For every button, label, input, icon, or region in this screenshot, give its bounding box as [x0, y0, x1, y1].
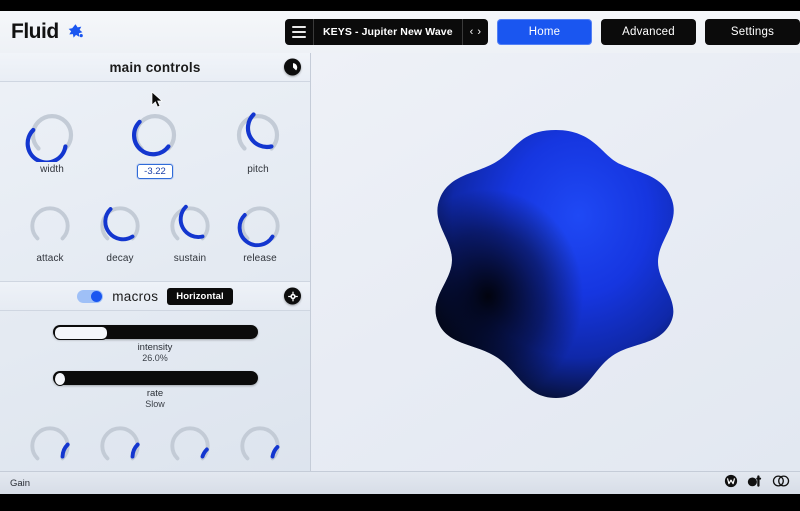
power-pie-icon[interactable] — [284, 58, 301, 76]
knob-label: pitch — [247, 164, 269, 175]
preset-nav-arrows: ‹ › — [463, 19, 488, 45]
slider-rate[interactable]: rate Slow — [0, 371, 310, 409]
knob-label: width — [40, 164, 64, 175]
top-nav: KEYS - Jupiter New Wave ‹ › Home Advance… — [284, 19, 800, 45]
knob-macro4[interactable]: macro4 — [233, 417, 287, 471]
hamburger-icon[interactable] — [285, 19, 314, 45]
macros-title: macros — [112, 288, 159, 304]
slider-thumb[interactable] — [53, 326, 109, 340]
knob-arc — [100, 426, 140, 461]
slider-track[interactable] — [52, 371, 258, 386]
knob-arc — [240, 426, 280, 461]
left-control-panel: main controls width -3.22 pitch attack d… — [0, 53, 311, 471]
status-bar: Gain — [0, 471, 800, 494]
knob-value-input[interactable]: -3.22 — [137, 164, 173, 179]
knob-sustain[interactable]: sustain — [163, 197, 217, 264]
top-header-bar: Fluid KEYS - Jupiter New Wave ‹ › Home A… — [0, 11, 800, 54]
knob-arc — [100, 206, 140, 242]
preset-browser: KEYS - Jupiter New Wave ‹ › — [284, 19, 488, 45]
knob-label: attack — [36, 253, 64, 264]
knob-pitch[interactable]: pitch — [229, 104, 287, 175]
brand-name: Fluid — [11, 20, 59, 43]
status-label: Gain — [10, 477, 31, 489]
main-controls-header: main controls — [0, 53, 310, 82]
knob-label: release — [243, 253, 277, 264]
knob-arc — [237, 206, 280, 248]
blob-visualizer[interactable] — [311, 53, 800, 471]
macros-layout-dropdown[interactable]: Horizontal — [167, 287, 233, 305]
macros-toggle[interactable] — [77, 289, 104, 303]
knob-arc — [132, 114, 177, 157]
at-mark-icon[interactable] — [747, 474, 763, 493]
knob-arc — [170, 426, 210, 461]
tab-home[interactable]: Home — [497, 19, 592, 45]
window-bottom-frame — [0, 494, 800, 511]
knob-row-macros: macro1 macro2 macro3 — [0, 417, 310, 471]
knob-label: decay — [106, 253, 134, 264]
knob-macro3[interactable]: macro3 — [163, 417, 217, 471]
knob-arc — [170, 204, 210, 241]
main-controls-title: main controls — [109, 59, 201, 75]
tab-advanced[interactable]: Advanced — [601, 19, 696, 45]
knob-macro1[interactable]: macro1 — [23, 417, 77, 471]
knob-width[interactable]: width — [23, 104, 81, 175]
interlocking-circles-icon[interactable] — [772, 474, 790, 493]
six-lobed-blob — [435, 130, 674, 398]
preset-prev-button[interactable]: ‹ — [470, 26, 474, 38]
knob-arc — [30, 206, 70, 241]
knob-row-adsr: attack decay sustain release — [0, 197, 310, 264]
slider-track[interactable] — [52, 325, 258, 340]
tab-settings[interactable]: Settings — [705, 19, 800, 45]
slider-value: Slow — [145, 399, 165, 409]
knob-attack[interactable]: attack — [23, 197, 77, 264]
slider-value: 26.0% — [142, 353, 168, 363]
brand-logo: Fluid — [0, 20, 285, 44]
knob-release[interactable]: release — [233, 197, 287, 264]
knob-tune[interactable]: -3.22 — [126, 104, 184, 179]
status-bar-icons — [724, 474, 790, 493]
gear-icon[interactable] — [284, 287, 301, 305]
knob-decay[interactable]: decay — [93, 197, 147, 264]
preset-name-label[interactable]: KEYS - Jupiter New Wave — [314, 19, 463, 45]
knob-macro2[interactable]: macro2 — [93, 417, 147, 471]
slider-label: intensity — [137, 342, 173, 353]
preset-next-button[interactable]: › — [477, 26, 481, 38]
knob-arc — [30, 426, 70, 461]
knob-label: sustain — [173, 253, 207, 264]
knob-row-primary: width -3.22 pitch — [0, 104, 310, 179]
plugin-window: Fluid KEYS - Jupiter New Wave ‹ › Home A… — [0, 0, 800, 511]
circled-w-icon[interactable] — [724, 474, 738, 493]
window-top-frame — [0, 0, 800, 11]
knob-arc — [236, 112, 280, 151]
macros-header: macros Horizontal — [0, 281, 310, 311]
splash-icon — [64, 22, 84, 42]
slider-label: rate — [146, 388, 164, 399]
slider-thumb[interactable] — [53, 372, 66, 386]
knob-arc — [25, 114, 74, 162]
slider-intensity[interactable]: intensity 26.0% — [0, 325, 310, 363]
